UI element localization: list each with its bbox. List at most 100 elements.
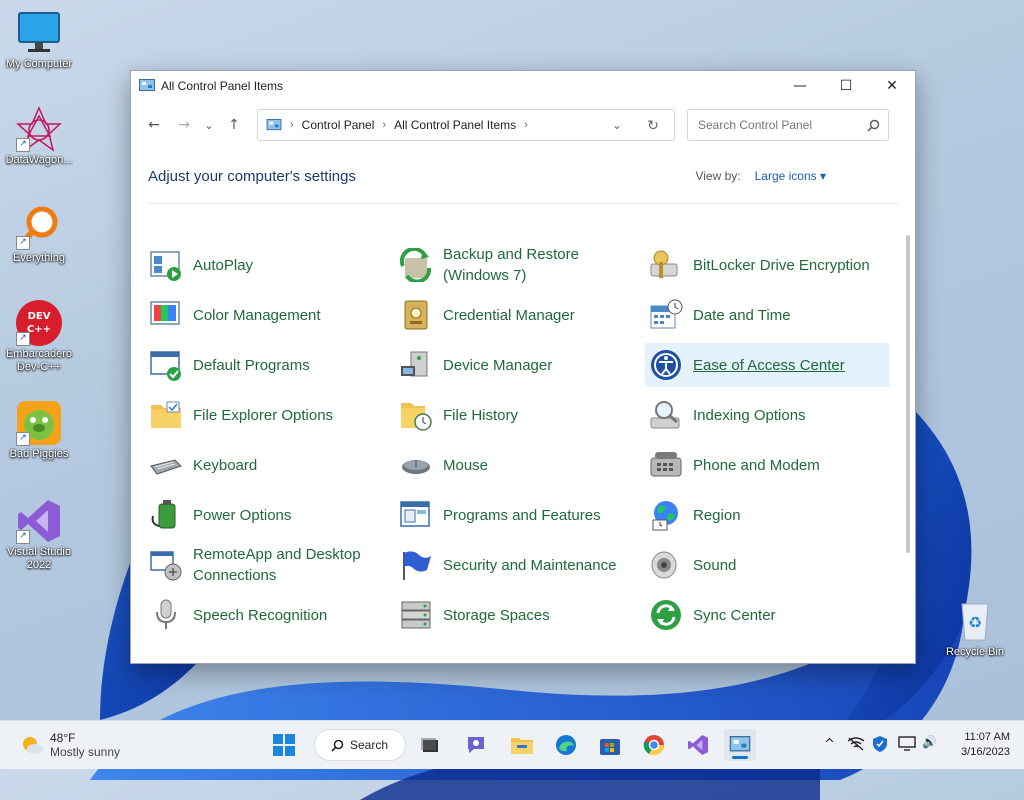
control-panel-icon	[266, 118, 282, 130]
desktop-icon-label: My Computer	[5, 58, 73, 70]
title-bar: All Control Panel Items — ☐ ✕	[131, 71, 915, 101]
clock[interactable]: 11:07 AM 3/16/2023	[961, 730, 1010, 760]
address-bar[interactable]: › Control Panel › All Control Panel Item…	[257, 109, 675, 141]
control-panel-item[interactable]: Speech Recognition	[145, 593, 389, 637]
control-panel-window: All Control Panel Items — ☐ ✕ ← → ⌄ ↑ › …	[130, 70, 916, 664]
control-panel-item-label: Color Management	[193, 306, 321, 324]
maximize-button[interactable]: ☐	[823, 71, 869, 101]
control-panel-item[interactable]: Sync Center	[645, 593, 889, 637]
forward-button[interactable]: →	[169, 110, 199, 140]
store-icon	[600, 739, 620, 755]
backup-restore-icon	[399, 246, 433, 284]
control-panel-item-label: Indexing Options	[693, 406, 806, 424]
weather-widget[interactable]: 48°F Mostly sunny	[20, 731, 120, 759]
taskbar-search-button[interactable]: Search	[314, 729, 406, 761]
taskbar-store[interactable]	[594, 729, 626, 761]
windows-logo-icon	[273, 734, 295, 756]
search-box[interactable]	[687, 109, 889, 141]
taskbar-edge[interactable]	[550, 729, 582, 761]
security-flag-icon	[399, 548, 433, 582]
control-panel-item[interactable]: Color Management	[145, 293, 389, 337]
folder-icon	[511, 738, 533, 754]
control-panel-item-label: Device Manager	[443, 356, 553, 374]
address-dropdown-button[interactable]: ⌄	[604, 118, 630, 132]
display-icon[interactable]	[898, 736, 916, 752]
control-panel-item[interactable]: Phone and Modem	[645, 443, 889, 487]
desktop-icon-label: DataWagon...	[5, 154, 73, 166]
taskbar-file-explorer[interactable]	[506, 729, 538, 761]
start-button[interactable]	[268, 729, 300, 761]
control-panel-item[interactable]: Region	[645, 493, 889, 537]
control-panel-item[interactable]: Sound	[645, 543, 889, 587]
control-panel-item[interactable]: RemoteApp and Desktop Connections	[145, 543, 389, 587]
bitlocker-icon	[649, 248, 683, 282]
show-hidden-icons-button[interactable]: ^	[824, 737, 835, 752]
desktop-icon-my-computer[interactable]: My Computer	[0, 10, 78, 71]
sound-icon	[649, 548, 683, 582]
taskbar-chat[interactable]	[460, 729, 492, 761]
control-panel-item[interactable]: Storage Spaces	[395, 593, 639, 637]
control-panel-item-label: Default Programs	[193, 356, 310, 374]
control-panel-item[interactable]: BitLocker Drive Encryption	[645, 243, 889, 287]
taskbar-chrome[interactable]	[638, 729, 670, 761]
clock-time: 11:07 AM	[964, 731, 1010, 743]
taskbar-control-panel[interactable]	[724, 729, 756, 761]
region-icon	[649, 498, 683, 532]
control-panel-icon	[729, 736, 751, 752]
control-panel-item[interactable]: Mouse	[395, 443, 639, 487]
view-by-dropdown[interactable]: Large icons ▾	[755, 169, 826, 183]
desktop-icon-bad-piggies[interactable]: ↗ Bad Piggies	[0, 400, 78, 461]
vertical-scrollbar[interactable]	[906, 235, 910, 553]
control-panel-item[interactable]: File History	[395, 393, 639, 437]
control-panel-item[interactable]: Credential Manager	[395, 293, 639, 337]
window-title: All Control Panel Items	[161, 79, 284, 93]
control-panel-icon	[139, 79, 155, 91]
desktop-icon-datawagon[interactable]: ↗ DataWagon...	[0, 106, 78, 167]
back-button[interactable]: ←	[139, 110, 169, 140]
svg-text:♻: ♻	[968, 613, 982, 632]
control-panel-item[interactable]: Ease of Access Center	[645, 343, 889, 387]
recent-locations-button[interactable]: ⌄	[199, 110, 219, 140]
desktop-icon-recycle-bin[interactable]: ♻ Recycle Bin	[936, 598, 1014, 659]
desktop-icon-visual-studio[interactable]: ↗ Visual Studio 2022	[0, 498, 78, 572]
control-panel-item[interactable]: Programs and Features	[395, 493, 639, 537]
refresh-button[interactable]: ↻	[640, 117, 666, 134]
magnifier-icon: ↗	[16, 204, 62, 250]
ease-of-access-icon	[649, 348, 683, 382]
visual-studio-icon	[687, 734, 709, 756]
up-button[interactable]: ↑	[219, 110, 249, 140]
breadcrumb-all-items[interactable]: All Control Panel Items	[394, 118, 516, 132]
security-shield-icon[interactable]	[872, 735, 888, 753]
desktop-icon-label: Embarcadero Dev-C++	[5, 348, 73, 373]
control-panel-item-label: Phone and Modem	[693, 456, 820, 474]
control-panel-item-label: Ease of Access Center	[693, 356, 845, 374]
control-panel-item[interactable]: Security and Maintenance	[395, 543, 639, 587]
close-button[interactable]: ✕	[869, 71, 915, 101]
control-panel-item[interactable]: Indexing Options	[645, 393, 889, 437]
programs-features-icon	[399, 498, 433, 532]
control-panel-item[interactable]: Power Options	[145, 493, 389, 537]
desktop-icon-everything[interactable]: ↗ Everything	[0, 204, 78, 265]
phone-modem-icon	[649, 448, 683, 482]
control-panel-item[interactable]: AutoPlay	[145, 243, 389, 287]
task-view-button[interactable]	[414, 729, 446, 761]
control-panel-item-label: Sync Center	[693, 606, 776, 624]
control-panel-item-label: Sound	[693, 556, 737, 574]
breadcrumb-control-panel[interactable]: Control Panel	[302, 118, 375, 132]
minimize-button[interactable]: —	[777, 71, 823, 101]
volume-icon[interactable]: 🔊	[922, 735, 937, 749]
desktop-icon-devcpp[interactable]: DEV C++ ↗ Embarcadero Dev-C++	[0, 300, 78, 374]
control-panel-item[interactable]: Default Programs	[145, 343, 389, 387]
taskbar-visual-studio[interactable]	[682, 729, 714, 761]
control-panel-item[interactable]: Keyboard	[145, 443, 389, 487]
control-panel-item[interactable]: Backup and Restore (Windows 7)	[395, 243, 639, 287]
control-panel-item[interactable]: File Explorer Options	[145, 393, 389, 437]
breadcrumb-separator: ›	[290, 119, 294, 131]
folder-options-icon	[149, 398, 183, 432]
control-panel-item[interactable]: Device Manager	[395, 343, 639, 387]
search-input[interactable]	[696, 117, 867, 133]
control-panel-item[interactable]: Date and Time	[645, 293, 889, 337]
taskbar-search-label: Search	[350, 738, 389, 752]
network-icon[interactable]	[847, 737, 865, 751]
color-management-icon	[149, 298, 183, 332]
